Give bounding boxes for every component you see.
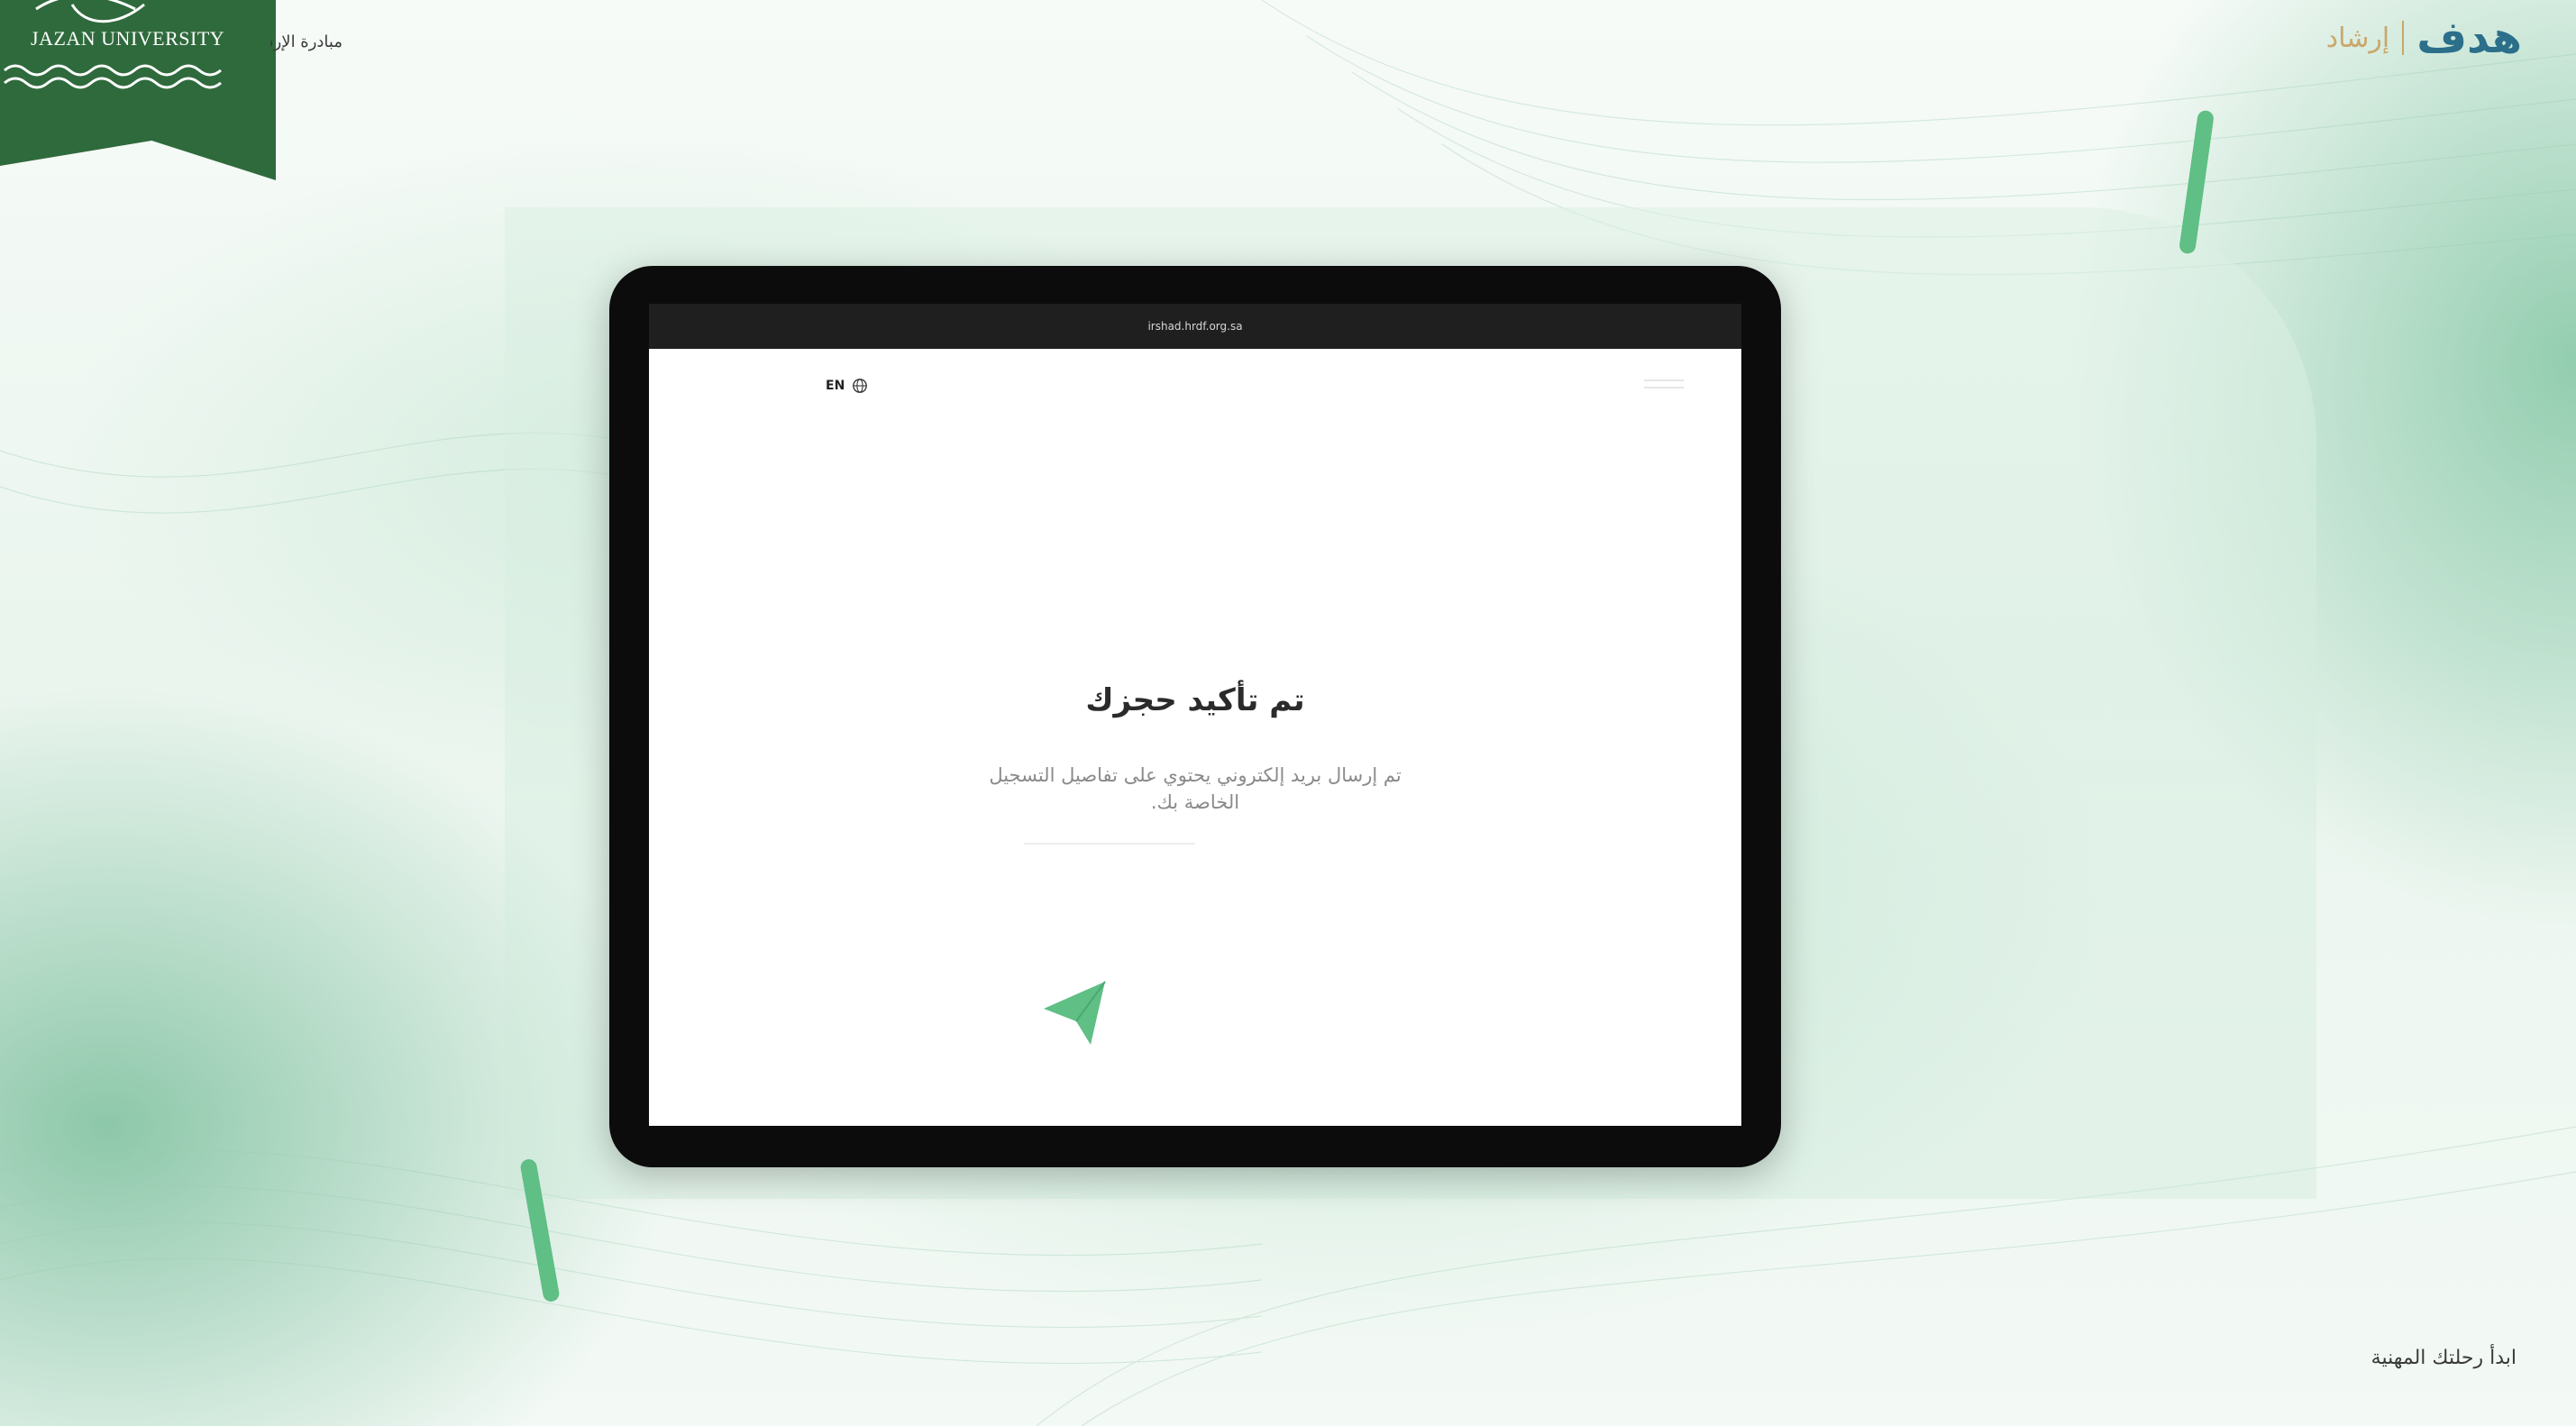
booking-confirmed-message: تم إرسال بريد إلكتروني يحتوي على تفاصيل … (989, 764, 1402, 813)
university-name: JAZAN UNIVERSITY (31, 27, 225, 50)
menu-icon[interactable] (1644, 379, 1684, 398)
footer-tagline: ابدأ رحلتك المهنية (2370, 1347, 2517, 1369)
logo-separator (2402, 21, 2405, 55)
language-label: EN (826, 379, 845, 393)
tablet-screen: irshad.hrdf.org.sa EN تم تأكيد حجزك تم إ… (649, 304, 1741, 1126)
globe-icon (853, 379, 868, 393)
initiative-title: مبادرة الإرشاد (270, 32, 343, 51)
irshad-wordmark: إرشاد (2325, 22, 2390, 54)
paper-plane-icon (1044, 981, 1106, 1045)
tablet-device: irshad.hrdf.org.sa EN تم تأكيد حجزك تم إ… (609, 266, 1781, 1167)
browser-address-bar[interactable]: irshad.hrdf.org.sa (649, 304, 1741, 349)
booking-confirmed-title: تم تأكيد حجزك (1085, 682, 1305, 718)
hadaf-irshad-logo: هدف إرشاد (2326, 13, 2522, 63)
header-divider (1024, 843, 1195, 845)
slide-stage: JAZAN UNIVERSITY مبادرة الإرشاد هدف إرشا… (0, 0, 2576, 1426)
language-switch[interactable]: EN (826, 378, 868, 394)
browser-url: irshad.hrdf.org.sa (1147, 320, 1243, 333)
hadaf-wordmark: هدف (2416, 13, 2522, 63)
